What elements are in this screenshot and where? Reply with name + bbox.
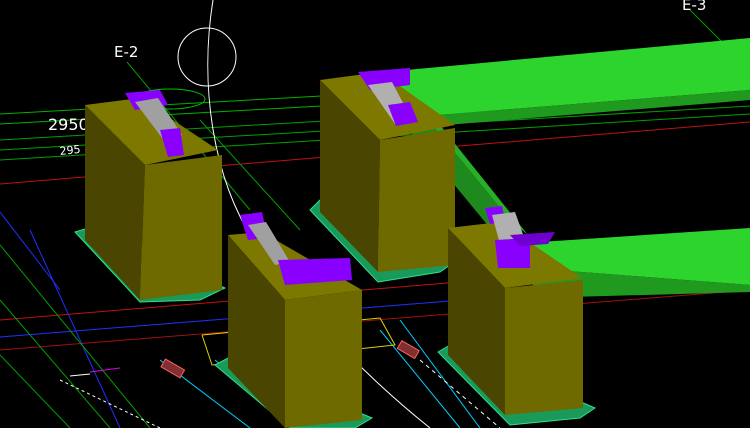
grid-label-e2: E-2 bbox=[114, 43, 138, 61]
model-viewport[interactable]: E-2 E-3 2950 295 bbox=[0, 0, 750, 428]
grid-label-e2-text: E-2 bbox=[114, 43, 138, 61]
grid-label-e3-text: E-3 bbox=[682, 0, 706, 14]
dimension-secondary: 295 bbox=[59, 143, 81, 158]
dimension-primary: 2950 bbox=[48, 115, 89, 134]
grid-label-e3: E-3 bbox=[682, 0, 706, 14]
